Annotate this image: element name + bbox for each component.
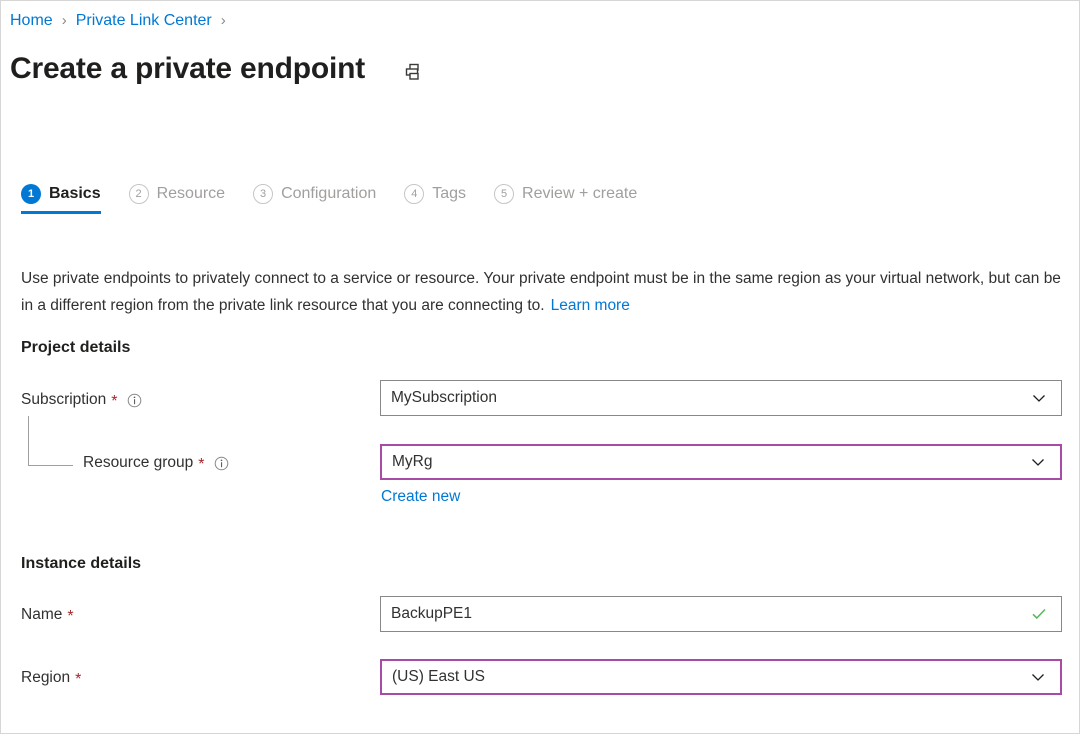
breadcrumb: Home › Private Link Center › <box>10 9 235 33</box>
name-input[interactable]: BackupPE1 <box>380 596 1062 632</box>
wizard-tabs: 1 Basics 2 Resource 3 Configuration 4 Ta… <box>21 184 665 214</box>
tab-step-number: 3 <box>253 184 274 204</box>
required-marker: * <box>111 393 118 410</box>
page-title: Create a private endpoint <box>10 52 366 85</box>
subscription-dropdown[interactable]: MySubscription <box>380 380 1062 416</box>
page-description: Use private endpoints to privately conne… <box>21 265 1061 319</box>
printer-icon[interactable] <box>401 59 427 85</box>
tab-resource[interactable]: 2 Resource <box>128 184 226 214</box>
breadcrumb-separator-icon: › <box>61 12 67 29</box>
create-new-resource-group-link[interactable]: Create new <box>381 487 460 507</box>
breadcrumb-item-private-link-center[interactable]: Private Link Center <box>76 9 212 33</box>
tab-label: Basics <box>49 185 101 202</box>
section-heading-instance-details: Instance details <box>21 555 142 572</box>
chevron-down-icon <box>1029 453 1047 471</box>
tab-step-number: 1 <box>21 184 41 204</box>
title-row: Create a private endpoint <box>10 49 427 89</box>
chevron-down-icon <box>1029 668 1047 686</box>
subscription-label: Subscription * <box>21 390 142 410</box>
info-icon[interactable] <box>127 393 142 408</box>
tab-step-number: 4 <box>404 184 425 204</box>
required-marker: * <box>75 671 82 688</box>
tab-label: Tags <box>432 185 467 202</box>
subscription-value: MySubscription <box>391 389 497 406</box>
resource-group-value: MyRg <box>392 453 433 470</box>
resource-group-label-text: Resource group <box>83 454 194 471</box>
chevron-down-icon <box>1030 389 1048 407</box>
tab-label: Review + create <box>522 185 638 202</box>
required-marker: * <box>67 608 74 625</box>
learn-more-link[interactable]: Learn more <box>551 297 630 314</box>
tab-label: Resource <box>156 185 226 202</box>
tab-basics[interactable]: 1 Basics <box>21 184 101 214</box>
tab-step-number: 2 <box>128 184 149 204</box>
breadcrumb-item-home[interactable]: Home <box>10 9 53 33</box>
subscription-label-text: Subscription <box>21 391 107 408</box>
resource-group-label: Resource group * <box>83 453 229 473</box>
checkmark-icon <box>1030 605 1048 623</box>
region-dropdown[interactable]: (US) East US <box>380 659 1062 695</box>
tab-label: Configuration <box>281 185 377 202</box>
create-private-endpoint-page: Home › Private Link Center › Create a pr… <box>0 0 1080 734</box>
name-label: Name * <box>21 605 74 625</box>
section-heading-project-details: Project details <box>21 339 131 356</box>
required-marker: * <box>198 456 205 473</box>
region-label: Region * <box>21 668 81 688</box>
description-text: Use private endpoints to privately conne… <box>21 269 1061 314</box>
breadcrumb-separator-icon: › <box>220 12 226 29</box>
resource-group-tree-connector <box>28 416 73 466</box>
resource-group-dropdown[interactable]: MyRg <box>380 444 1062 480</box>
name-label-text: Name <box>21 606 63 623</box>
tab-review-create[interactable]: 5 Review + create <box>494 184 637 214</box>
tab-configuration[interactable]: 3 Configuration <box>253 184 376 214</box>
region-label-text: Region <box>21 669 71 686</box>
region-value: (US) East US <box>392 668 486 685</box>
tab-step-number: 5 <box>494 184 515 204</box>
info-icon[interactable] <box>214 456 229 471</box>
tab-tags[interactable]: 4 Tags <box>404 184 466 214</box>
name-value: BackupPE1 <box>391 605 472 622</box>
